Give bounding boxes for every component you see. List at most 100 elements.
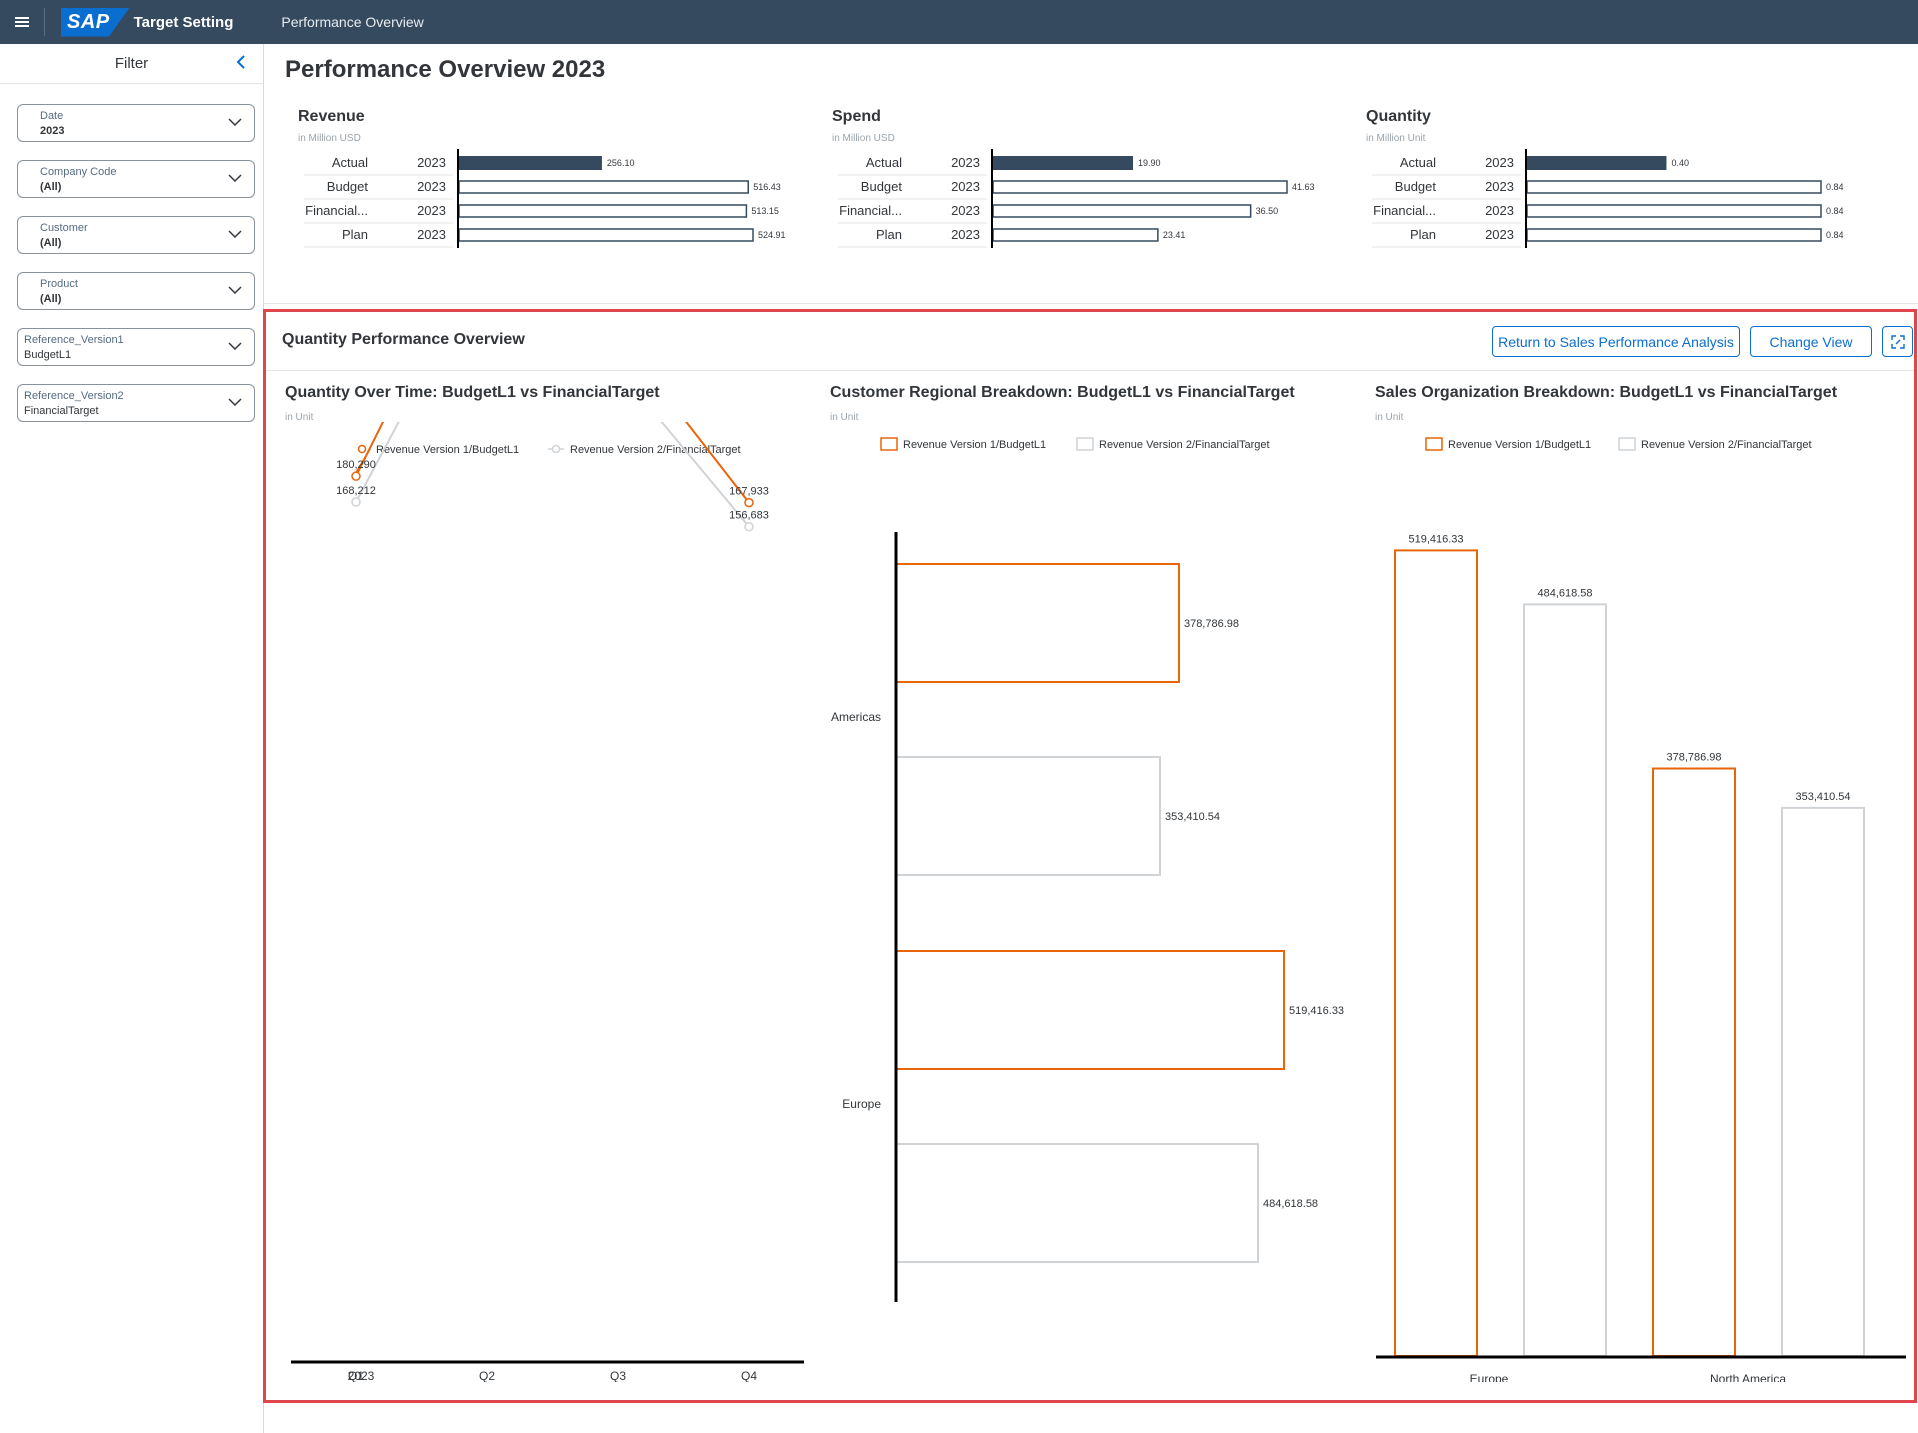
- legend-label-series1: Revenue Version 1/BudgetL1: [376, 444, 519, 456]
- kpi-bar: [458, 156, 602, 170]
- filter-reference-version2[interactable]: Reference_Version2 FinancialTarget: [17, 384, 255, 422]
- kpi-row-year: 2023: [951, 227, 980, 242]
- kpi-row-label: Budget: [1395, 179, 1437, 194]
- bar: [895, 756, 1161, 876]
- data-label: 378,786.98: [1184, 618, 1239, 630]
- page-name: Performance Overview: [281, 14, 424, 30]
- kpi-bar: [458, 180, 749, 194]
- filter-value: (All): [40, 237, 62, 249]
- kpi-row-year: 2023: [1485, 155, 1514, 170]
- data-point: [744, 521, 754, 532]
- kpi-quantity: Quantity in Million Unit Actual 2023 0.40 B…: [1366, 108, 1876, 248]
- customer-regional-chart: Revenue Version 1/BudgetL1 Revenue Versio…: [831, 437, 1344, 1302]
- kpi-bullet-chart: Actual 2023 0.40 Budget 2023 0.84 Financial...…: [1372, 149, 1844, 248]
- kpi-row-year: 2023: [417, 155, 446, 170]
- kpi-revenue: Revenue in Million USD Actual 2023 256.10 B…: [298, 108, 808, 248]
- kpi-bullet-chart: Actual 2023 19.90 Budget 2023 41.63 Financial.…: [838, 149, 1315, 248]
- chevron-down-icon: [228, 174, 242, 183]
- line-chart-title: Quantity Over Time: BudgetL1 vs Financia…: [285, 384, 660, 401]
- data-label: 168,212: [336, 485, 376, 497]
- kpi-row-year: 2023: [1485, 227, 1514, 242]
- legend-swatch-series1: [1425, 437, 1443, 451]
- series-line-2: [355, 422, 750, 528]
- kpi-row-label: Financial...: [839, 203, 902, 218]
- filter-label: Customer: [40, 222, 88, 234]
- bar: [1523, 603, 1607, 1358]
- chevron-down-icon: [228, 286, 242, 295]
- legend-swatch-series1: [880, 437, 898, 451]
- bar: [895, 950, 1286, 1070]
- collapse-sidebar-button[interactable]: [235, 54, 249, 74]
- bar: [1781, 806, 1865, 1358]
- kpi-value-label: 41.63: [1292, 182, 1315, 192]
- chevron-down-icon: [228, 342, 242, 351]
- filter-reference-version1[interactable]: Reference_Version1 BudgetL1: [17, 328, 255, 366]
- bar: [895, 563, 1180, 683]
- kpi-bar: [992, 180, 1288, 194]
- kpi-row-year: 2023: [951, 203, 980, 218]
- legend-label-series2: Revenue Version 2/FinancialTarget: [570, 444, 741, 456]
- app-title[interactable]: Target Setting: [134, 14, 234, 31]
- menu-button[interactable]: [0, 0, 44, 44]
- filter-date[interactable]: Date 2023: [17, 104, 255, 142]
- legend-label-series1: Revenue Version 1/BudgetL1: [903, 439, 1046, 451]
- legend-swatch-series2: [1076, 437, 1094, 451]
- x-tick-label: Q2: [479, 1369, 495, 1382]
- data-point: [744, 497, 754, 508]
- kpi-row-year: 2023: [951, 179, 980, 194]
- filter-customer[interactable]: Customer (All): [17, 216, 255, 254]
- kpi-value-label: 256.10: [607, 158, 635, 168]
- data-label: 378,786.98: [1666, 752, 1721, 764]
- hamburger-icon: [15, 17, 29, 27]
- x-tick-label: North America: [1710, 1372, 1786, 1382]
- shell-bar: SAP Target Setting Performance Overview: [0, 0, 1918, 44]
- fullscreen-icon: [1890, 334, 1905, 349]
- filter-company-code[interactable]: Company Code (All): [17, 160, 255, 198]
- filter-label: Reference_Version2: [24, 390, 124, 402]
- x-tick-label: Q3: [610, 1369, 626, 1382]
- kpi-row-label: Actual: [1400, 155, 1436, 170]
- shell-separator: [44, 8, 45, 36]
- kpi-row-year: 2023: [417, 227, 446, 242]
- data-label: 519,416.33: [1289, 1005, 1344, 1017]
- data-label: 167,933: [729, 486, 769, 498]
- sap-logo: SAP: [61, 7, 130, 37]
- data-label: 156,683: [729, 510, 769, 522]
- series-line-1: [355, 422, 750, 504]
- data-label: 180,290: [336, 459, 376, 471]
- filter-value: (All): [40, 181, 62, 193]
- kpi-value-label: 0.40: [1671, 158, 1689, 168]
- bar: [1394, 549, 1478, 1358]
- filter-label: Date: [40, 110, 64, 122]
- kpi-bar: [1526, 228, 1822, 242]
- x-tick-label: Europe: [1470, 1372, 1509, 1382]
- chevron-down-icon: [228, 398, 242, 407]
- kpi-row-label: Actual: [332, 155, 368, 170]
- x-tick-label: Q4: [741, 1369, 757, 1382]
- data-point: [351, 471, 361, 481]
- card-title: Quantity Performance Overview: [282, 331, 525, 348]
- fullscreen-button[interactable]: [1882, 326, 1913, 357]
- kpi-bar: [1526, 156, 1667, 170]
- return-to-sales-analysis-button[interactable]: Return to Sales Performance Analysis: [1492, 326, 1740, 357]
- kpi-row-year: 2023: [951, 155, 980, 170]
- kpi-unit: in Million USD: [832, 133, 895, 144]
- legend-marker-series1: [357, 444, 367, 454]
- bar: [1652, 767, 1736, 1357]
- change-view-button[interactable]: Change View: [1750, 326, 1872, 357]
- filter-product[interactable]: Product (All): [17, 272, 255, 310]
- quantity-over-time-chart: Revenue Version 1/BudgetL1 Revenue Versio…: [291, 422, 804, 1382]
- quantity-performance-card: Quantity Performance Overview Return to …: [263, 309, 1917, 1403]
- legend-label-series2: Revenue Version 2/FinancialTarget: [1099, 439, 1270, 451]
- data-label: 353,410.54: [1165, 811, 1220, 823]
- filter-value: BudgetL1: [24, 349, 72, 361]
- bar: [895, 1143, 1260, 1263]
- kpi-value-label: 0.84: [1826, 182, 1844, 192]
- kpi-bullet-chart: Actual 2023 256.10 Budget 2023 516.43 Financia…: [304, 149, 786, 248]
- kpi-row-label: Plan: [1410, 227, 1436, 242]
- kpi-bar: [992, 204, 1252, 218]
- kpi-bar: [458, 228, 754, 242]
- card-divider: [266, 370, 1914, 371]
- kpi-row-year: 2023: [1485, 203, 1514, 218]
- kpi-bar: [458, 204, 748, 218]
